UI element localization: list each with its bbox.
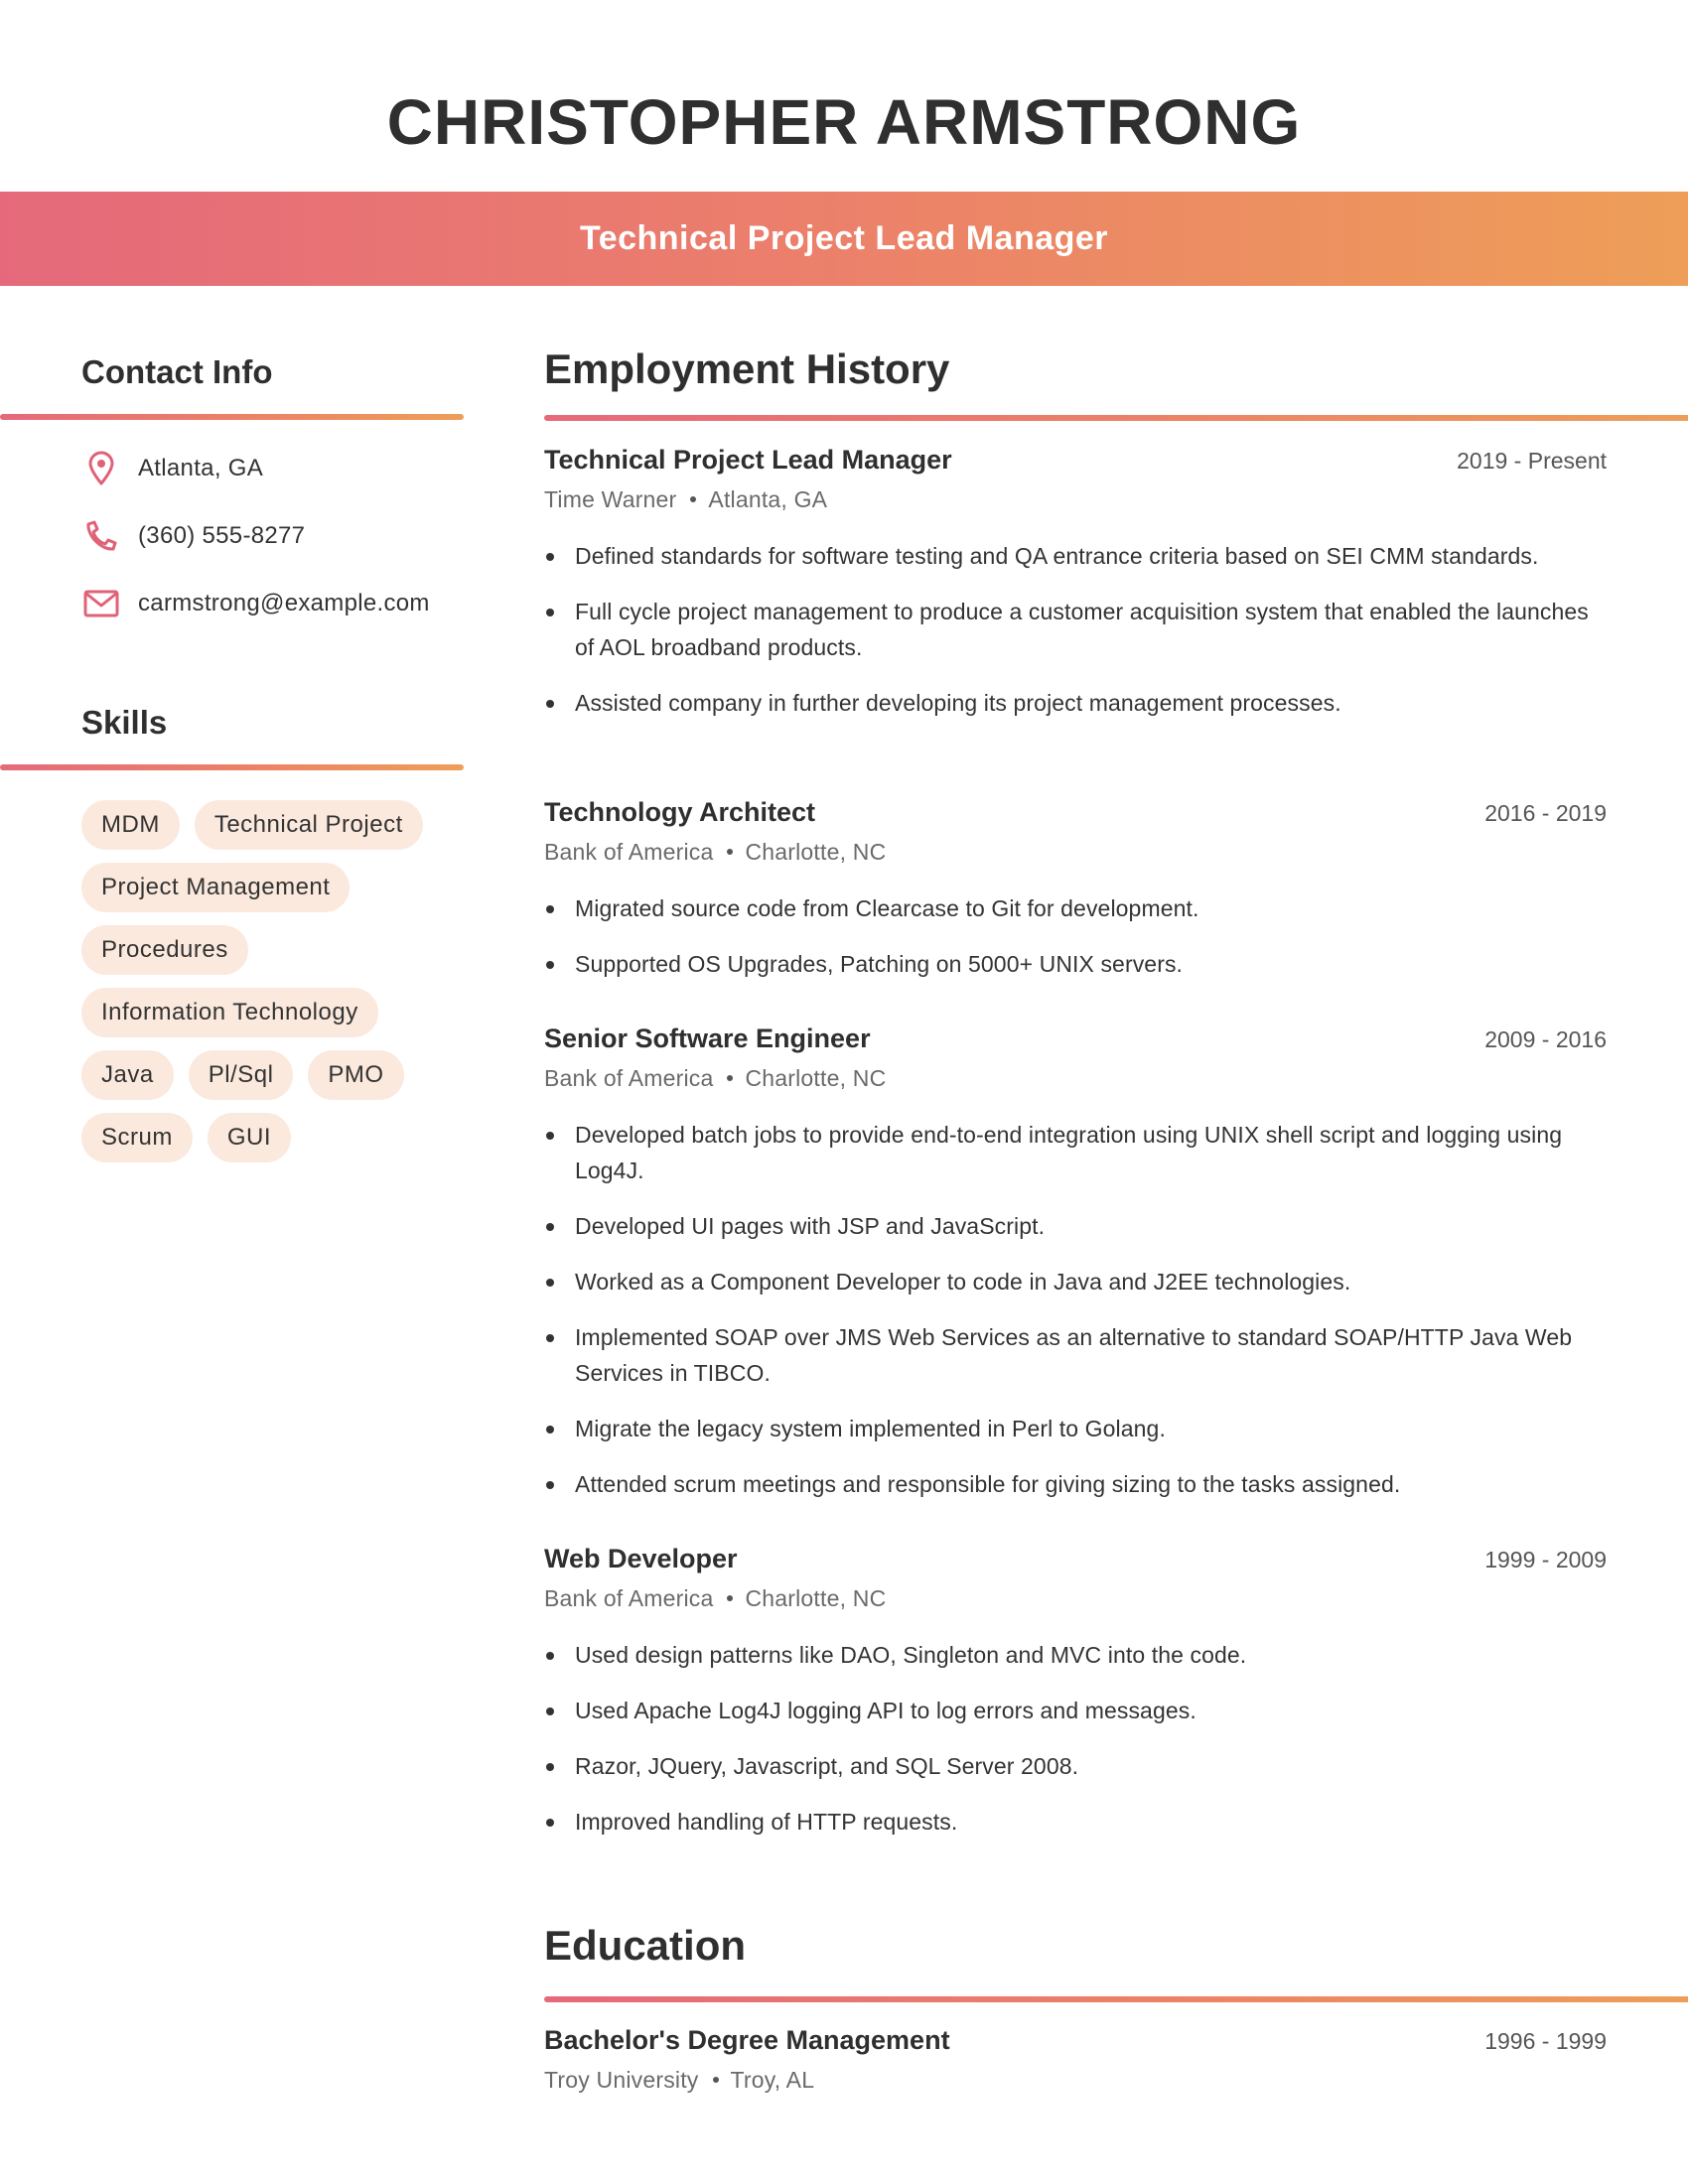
bullet-item: Used design patterns like DAO, Singleton… — [544, 1637, 1607, 1673]
job-company: Bank of America — [544, 1584, 714, 1611]
bullet-item: Implemented SOAP over JMS Web Services a… — [544, 1319, 1607, 1391]
job-location: Charlotte, NC — [745, 1584, 887, 1611]
job-bullets: Developed batch jobs to provide end-to-e… — [544, 1117, 1607, 1502]
skill-chip: Procedures — [81, 925, 248, 975]
contact-location-text: Atlanta, GA — [138, 455, 264, 481]
bullet-item: Migrated source code from Clearcase to G… — [544, 890, 1607, 926]
separator-dot — [690, 496, 697, 502]
job-title: Technical Project Lead Manager — [579, 219, 1109, 257]
education-entry: Bachelor's Degree Management 1996 - 1999… — [544, 2025, 1607, 2097]
job-dates: 2019 - Present — [1457, 448, 1607, 474]
separator-dot — [727, 1595, 734, 1601]
skill-chip: GUI — [207, 1113, 292, 1162]
job-bullets: Migrated source code from Clearcase to G… — [544, 890, 1607, 982]
job-entry: Technical Project Lead Manager 2019 - Pr… — [544, 445, 1607, 741]
skill-chip: Technical Project — [194, 800, 423, 850]
school-location: Troy, AL — [730, 2066, 815, 2093]
employment-divider — [544, 415, 1688, 421]
bullet-item: Defined standards for software testing a… — [544, 538, 1607, 574]
education-meta: Troy University Troy, AL — [544, 2063, 1607, 2097]
contact-divider — [0, 414, 464, 420]
skill-chip: PMO — [308, 1050, 404, 1100]
job-meta: Bank of America Charlotte, NC — [544, 1581, 1607, 1615]
mail-icon — [81, 584, 121, 623]
job-dates: 1999 - 2009 — [1484, 1547, 1607, 1572]
job-title: Senior Software Engineer — [544, 1024, 871, 1053]
job-title: Technology Architect — [544, 797, 816, 827]
job-entry: Web Developer 1999 - 2009 Bank of Americ… — [544, 1544, 1607, 1859]
bullet-item: Full cycle project management to produce… — [544, 594, 1607, 665]
job-company: Bank of America — [544, 1064, 714, 1091]
bullet-item: Migrate the legacy system implemented in… — [544, 1411, 1607, 1446]
skill-chip: MDM — [81, 800, 180, 850]
job-location: Charlotte, NC — [745, 838, 887, 865]
contact-phone: (360) 555-8277 — [81, 516, 305, 556]
contact-location: Atlanta, GA — [81, 449, 263, 488]
contact-email-text: carmstrong@example.com — [138, 590, 430, 616]
education-heading: Education — [544, 1922, 747, 1969]
degree-title: Bachelor's Degree Management — [544, 2025, 950, 2055]
job-entry: Senior Software Engineer 2009 - 2016 Ban… — [544, 1024, 1607, 1522]
skills-list: MDM Technical Project Project Management… — [81, 800, 469, 1162]
employment-heading: Employment History — [544, 345, 950, 392]
job-meta: Bank of America Charlotte, NC — [544, 835, 1607, 869]
job-entry: Technology Architect 2016 - 2019 Bank of… — [544, 797, 1607, 1002]
skill-chip: Scrum — [81, 1113, 193, 1162]
bullet-item: Improved handling of HTTP requests. — [544, 1804, 1607, 1840]
bullet-item: Razor, JQuery, Javascript, and SQL Serve… — [544, 1748, 1607, 1784]
job-bullets: Used design patterns like DAO, Singleton… — [544, 1637, 1607, 1840]
separator-dot — [712, 2077, 719, 2083]
separator-dot — [727, 1075, 734, 1081]
job-location: Atlanta, GA — [708, 485, 828, 512]
job-dates: 2016 - 2019 — [1484, 800, 1607, 826]
bullet-item: Attended scrum meetings and responsible … — [544, 1466, 1607, 1502]
education-dates: 1996 - 1999 — [1484, 2028, 1607, 2054]
skills-divider — [0, 764, 464, 770]
job-title: Web Developer — [544, 1544, 738, 1573]
skill-chip: Information Technology — [81, 988, 378, 1037]
skill-chip: Java — [81, 1050, 174, 1100]
job-meta: Bank of America Charlotte, NC — [544, 1061, 1607, 1095]
job-dates: 2009 - 2016 — [1484, 1026, 1607, 1052]
map-pin-icon — [81, 449, 121, 488]
separator-dot — [727, 849, 734, 855]
job-title: Technical Project Lead Manager — [544, 445, 952, 475]
job-location: Charlotte, NC — [745, 1064, 887, 1091]
contact-heading: Contact Info — [81, 353, 273, 390]
skill-chip: Pl/Sql — [188, 1050, 294, 1100]
skills-heading: Skills — [81, 704, 168, 741]
job-company: Time Warner — [544, 485, 677, 512]
candidate-name: CHRISTOPHER ARMSTRONG — [386, 86, 1302, 158]
skill-chip: Project Management — [81, 863, 351, 912]
job-meta: Time Warner Atlanta, GA — [544, 482, 1607, 516]
job-company: Bank of America — [544, 838, 714, 865]
education-divider — [544, 1996, 1688, 2002]
bullet-item: Developed batch jobs to provide end-to-e… — [544, 1117, 1607, 1188]
bullet-item: Developed UI pages with JSP and JavaScri… — [544, 1208, 1607, 1244]
bullet-item: Used Apache Log4J logging API to log err… — [544, 1693, 1607, 1728]
bullet-item: Supported OS Upgrades, Patching on 5000+… — [544, 946, 1607, 982]
bullet-item: Worked as a Component Developer to code … — [544, 1264, 1607, 1299]
school-name: Troy University — [544, 2066, 699, 2093]
job-bullets: Defined standards for software testing a… — [544, 538, 1607, 721]
contact-phone-text: (360) 555-8277 — [138, 522, 306, 549]
phone-icon — [81, 516, 121, 556]
bullet-item: Assisted company in further developing i… — [544, 685, 1607, 721]
contact-email: carmstrong@example.com — [81, 584, 430, 623]
title-banner: Technical Project Lead Manager — [0, 192, 1688, 286]
